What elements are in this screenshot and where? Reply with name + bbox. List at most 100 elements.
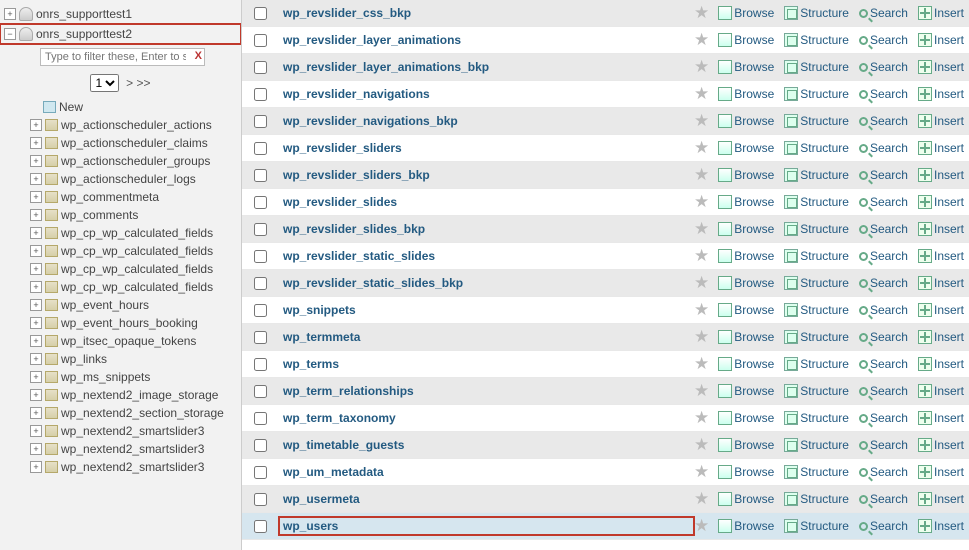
structure-action[interactable]: Structure — [779, 492, 854, 506]
browse-action[interactable]: Browse — [713, 492, 779, 506]
expand-icon[interactable]: + — [30, 137, 42, 149]
db-node-supporttest1[interactable]: + onrs_supporttest1 — [0, 4, 241, 24]
favorite-star-icon[interactable]: ★ — [694, 435, 709, 455]
favorite-star-icon[interactable]: ★ — [694, 165, 709, 185]
table-name-link[interactable]: wp_revslider_layer_animations_bkp — [279, 58, 694, 76]
browse-action[interactable]: Browse — [713, 357, 779, 371]
row-checkbox[interactable] — [254, 34, 267, 47]
sidebar-table-node[interactable]: + wp_cp_wp_calculated_fields — [0, 242, 241, 260]
browse-action[interactable]: Browse — [713, 384, 779, 398]
sidebar-table-node[interactable]: + wp_nextend2_section_storage — [0, 404, 241, 422]
favorite-star-icon[interactable]: ★ — [694, 138, 709, 158]
insert-action[interactable]: Insert — [913, 438, 969, 452]
page-next[interactable]: > >> — [126, 76, 150, 90]
row-checkbox[interactable] — [254, 466, 267, 479]
table-name-link[interactable]: wp_revslider_navigations — [279, 85, 694, 103]
expand-icon[interactable]: + — [30, 353, 42, 365]
search-action[interactable]: Search — [854, 303, 913, 317]
table-name-link[interactable]: wp_timetable_guests — [279, 436, 694, 454]
browse-action[interactable]: Browse — [713, 222, 779, 236]
insert-action[interactable]: Insert — [913, 384, 969, 398]
insert-action[interactable]: Insert — [913, 276, 969, 290]
structure-action[interactable]: Structure — [779, 222, 854, 236]
browse-action[interactable]: Browse — [713, 411, 779, 425]
expand-icon[interactable]: + — [30, 173, 42, 185]
table-name-link[interactable]: wp_revslider_sliders_bkp — [279, 166, 694, 184]
expand-icon[interactable]: + — [30, 263, 42, 275]
table-name-link[interactable]: wp_revslider_static_slides_bkp — [279, 274, 694, 292]
insert-action[interactable]: Insert — [913, 60, 969, 74]
browse-action[interactable]: Browse — [713, 276, 779, 290]
expand-icon[interactable]: + — [30, 191, 42, 203]
favorite-star-icon[interactable]: ★ — [694, 3, 709, 23]
expand-icon[interactable]: + — [30, 119, 42, 131]
structure-action[interactable]: Structure — [779, 87, 854, 101]
row-checkbox[interactable] — [254, 250, 267, 263]
table-name-link[interactable]: wp_revslider_navigations_bkp — [279, 112, 694, 130]
sidebar-table-node[interactable]: + wp_event_hours_booking — [0, 314, 241, 332]
structure-action[interactable]: Structure — [779, 249, 854, 263]
search-action[interactable]: Search — [854, 87, 913, 101]
page-select[interactable]: 1 — [90, 74, 119, 92]
favorite-star-icon[interactable]: ★ — [694, 84, 709, 104]
favorite-star-icon[interactable]: ★ — [694, 273, 709, 293]
sidebar-table-node[interactable]: + wp_commentmeta — [0, 188, 241, 206]
search-action[interactable]: Search — [854, 519, 913, 533]
structure-action[interactable]: Structure — [779, 465, 854, 479]
search-action[interactable]: Search — [854, 141, 913, 155]
row-checkbox[interactable] — [254, 358, 267, 371]
row-checkbox[interactable] — [254, 142, 267, 155]
clear-filter-icon[interactable]: X — [195, 50, 202, 62]
browse-action[interactable]: Browse — [713, 519, 779, 533]
expand-icon[interactable]: + — [30, 281, 42, 293]
row-checkbox[interactable] — [254, 277, 267, 290]
favorite-star-icon[interactable]: ★ — [694, 354, 709, 374]
table-name-link[interactable]: wp_termmeta — [279, 328, 694, 346]
structure-action[interactable]: Structure — [779, 168, 854, 182]
table-name-link[interactable]: wp_revslider_static_slides — [279, 247, 694, 265]
structure-action[interactable]: Structure — [779, 357, 854, 371]
row-checkbox[interactable] — [254, 493, 267, 506]
expand-icon[interactable]: + — [30, 443, 42, 455]
insert-action[interactable]: Insert — [913, 519, 969, 533]
expand-icon[interactable]: + — [30, 389, 42, 401]
search-action[interactable]: Search — [854, 492, 913, 506]
structure-action[interactable]: Structure — [779, 330, 854, 344]
favorite-star-icon[interactable]: ★ — [694, 57, 709, 77]
search-action[interactable]: Search — [854, 330, 913, 344]
expand-icon[interactable]: + — [30, 155, 42, 167]
table-name-link[interactable]: wp_term_taxonomy — [279, 409, 694, 427]
search-action[interactable]: Search — [854, 6, 913, 20]
sidebar-table-node[interactable]: + wp_actionscheduler_claims — [0, 134, 241, 152]
browse-action[interactable]: Browse — [713, 87, 779, 101]
insert-action[interactable]: Insert — [913, 411, 969, 425]
structure-action[interactable]: Structure — [779, 114, 854, 128]
sidebar-table-node[interactable]: + wp_nextend2_smartslider3 — [0, 422, 241, 440]
insert-action[interactable]: Insert — [913, 141, 969, 155]
expand-icon[interactable]: + — [30, 317, 42, 329]
favorite-star-icon[interactable]: ★ — [694, 246, 709, 266]
browse-action[interactable]: Browse — [713, 249, 779, 263]
insert-action[interactable]: Insert — [913, 357, 969, 371]
structure-action[interactable]: Structure — [779, 303, 854, 317]
db-node-supporttest2[interactable]: − onrs_supporttest2 — [0, 24, 241, 44]
favorite-star-icon[interactable]: ★ — [694, 111, 709, 131]
table-name-link[interactable]: wp_usermeta — [279, 490, 694, 508]
browse-action[interactable]: Browse — [713, 168, 779, 182]
table-name-link[interactable]: wp_users — [279, 517, 694, 535]
table-name-link[interactable]: wp_revslider_css_bkp — [279, 4, 694, 22]
search-action[interactable]: Search — [854, 195, 913, 209]
browse-action[interactable]: Browse — [713, 6, 779, 20]
row-checkbox[interactable] — [254, 61, 267, 74]
search-action[interactable]: Search — [854, 222, 913, 236]
row-checkbox[interactable] — [254, 439, 267, 452]
row-checkbox[interactable] — [254, 331, 267, 344]
insert-action[interactable]: Insert — [913, 303, 969, 317]
favorite-star-icon[interactable]: ★ — [694, 489, 709, 509]
structure-action[interactable]: Structure — [779, 276, 854, 290]
structure-action[interactable]: Structure — [779, 519, 854, 533]
sidebar-table-node[interactable]: + wp_cp_wp_calculated_fields — [0, 224, 241, 242]
expand-icon[interactable]: + — [30, 209, 42, 221]
favorite-star-icon[interactable]: ★ — [694, 381, 709, 401]
sidebar-table-node[interactable]: + wp_nextend2_smartslider3 — [0, 440, 241, 458]
